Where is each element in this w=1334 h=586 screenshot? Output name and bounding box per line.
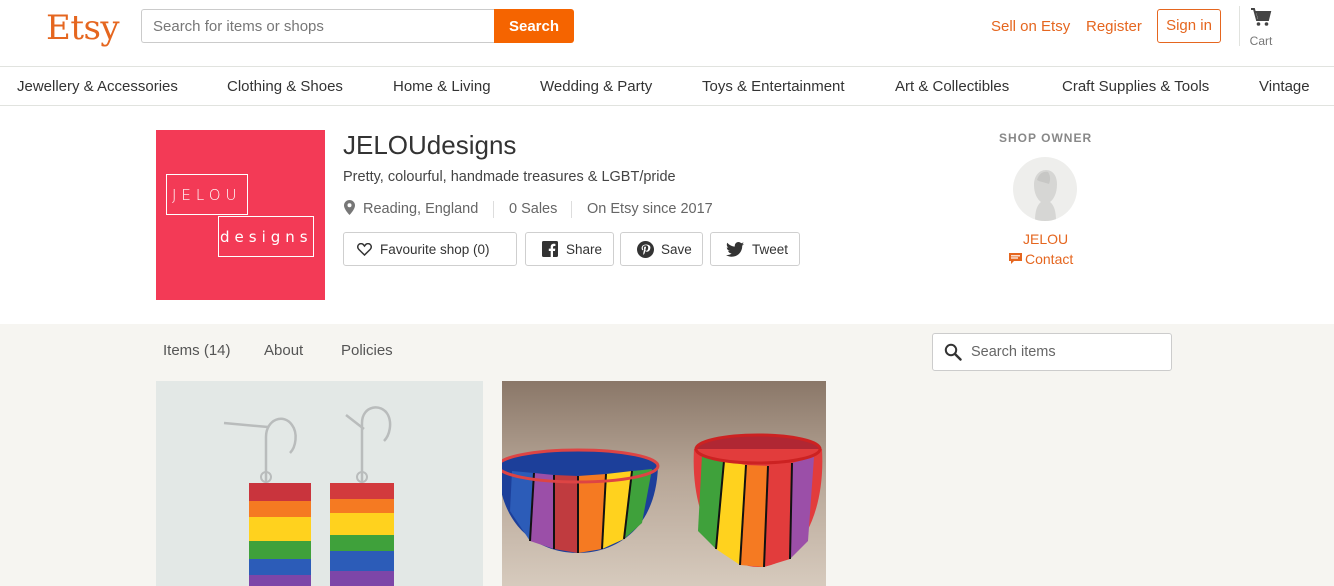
shop-content-area: Items (14) About Policies (0, 324, 1334, 586)
etsy-logo[interactable]: Etsy (46, 8, 120, 48)
listing-card[interactable] (156, 381, 483, 586)
cart-label: Cart (1249, 34, 1273, 48)
category-home[interactable]: Home & Living (393, 78, 491, 95)
owner-avatar[interactable] (1013, 157, 1077, 221)
search-button[interactable]: Search (494, 9, 574, 43)
register-link[interactable]: Register (1086, 18, 1142, 35)
search-items-input[interactable] (971, 334, 1166, 370)
shop-tagline: Pretty, colourful, handmade treasures & … (343, 169, 676, 185)
contact-link[interactable]: Contact (1009, 251, 1073, 267)
meta-divider (493, 201, 494, 218)
cart-button[interactable]: Cart (1244, 7, 1278, 48)
share-button[interactable]: Share (525, 232, 614, 266)
logo-text-top: JELOU (172, 186, 242, 204)
shop-location: Reading, England (363, 201, 479, 217)
tab-about[interactable]: About (264, 342, 303, 359)
location-pin-icon (344, 200, 355, 215)
search-icon (944, 343, 962, 361)
shop-logo[interactable]: JELOU designs (156, 130, 325, 300)
owner-name[interactable]: JELOU (1023, 231, 1068, 247)
listing-card[interactable] (502, 381, 826, 586)
meta-divider (571, 201, 572, 218)
favourite-shop-button[interactable]: Favourite shop (0) (343, 232, 517, 266)
sell-on-etsy-link[interactable]: Sell on Etsy (991, 18, 1070, 35)
sign-in-button[interactable]: Sign in (1157, 9, 1221, 43)
category-wedding[interactable]: Wedding & Party (540, 78, 652, 95)
rainbow-earrings-image (156, 381, 483, 586)
tab-policies[interactable]: Policies (341, 342, 393, 359)
search-input[interactable] (141, 9, 495, 43)
category-nav: Jewellery & Accessories Clothing & Shoes… (0, 67, 1334, 106)
global-search: Search (141, 9, 574, 43)
shop-owner-heading: SHOP OWNER (999, 131, 1093, 145)
message-icon (1009, 253, 1022, 264)
category-craft[interactable]: Craft Supplies & Tools (1062, 78, 1209, 95)
shop-item-search (932, 333, 1172, 371)
share-label: Share (566, 242, 603, 257)
tab-items[interactable]: Items (14) (163, 342, 231, 359)
favourite-shop-label: Favourite shop (0) (380, 242, 490, 257)
shop-sales: 0 Sales (509, 201, 558, 217)
pinterest-icon (637, 241, 654, 258)
tweet-label: Tweet (752, 242, 789, 257)
cart-icon (1251, 8, 1272, 26)
facebook-icon (542, 241, 558, 257)
save-label: Save (661, 242, 692, 257)
category-jewellery[interactable]: Jewellery & Accessories (17, 78, 178, 95)
shop-since: On Etsy since 2017 (587, 201, 713, 217)
rainbow-bowls-image (502, 381, 826, 586)
tweet-button[interactable]: Tweet (710, 232, 800, 266)
category-vintage[interactable]: Vintage (1259, 78, 1310, 95)
shop-name: JELOUdesigns (343, 130, 517, 160)
category-art[interactable]: Art & Collectibles (895, 78, 1009, 95)
default-avatar-icon (1034, 170, 1057, 221)
site-header: Etsy Search Sell on Etsy Register Sign i… (0, 0, 1334, 67)
category-clothing[interactable]: Clothing & Shoes (227, 78, 343, 95)
twitter-icon (726, 242, 744, 257)
category-toys[interactable]: Toys & Entertainment (702, 78, 845, 95)
heart-icon (357, 243, 372, 256)
logo-text-bottom: designs (220, 228, 313, 246)
header-divider (1239, 6, 1240, 46)
save-button[interactable]: Save (620, 232, 703, 266)
contact-label: Contact (1025, 251, 1074, 267)
